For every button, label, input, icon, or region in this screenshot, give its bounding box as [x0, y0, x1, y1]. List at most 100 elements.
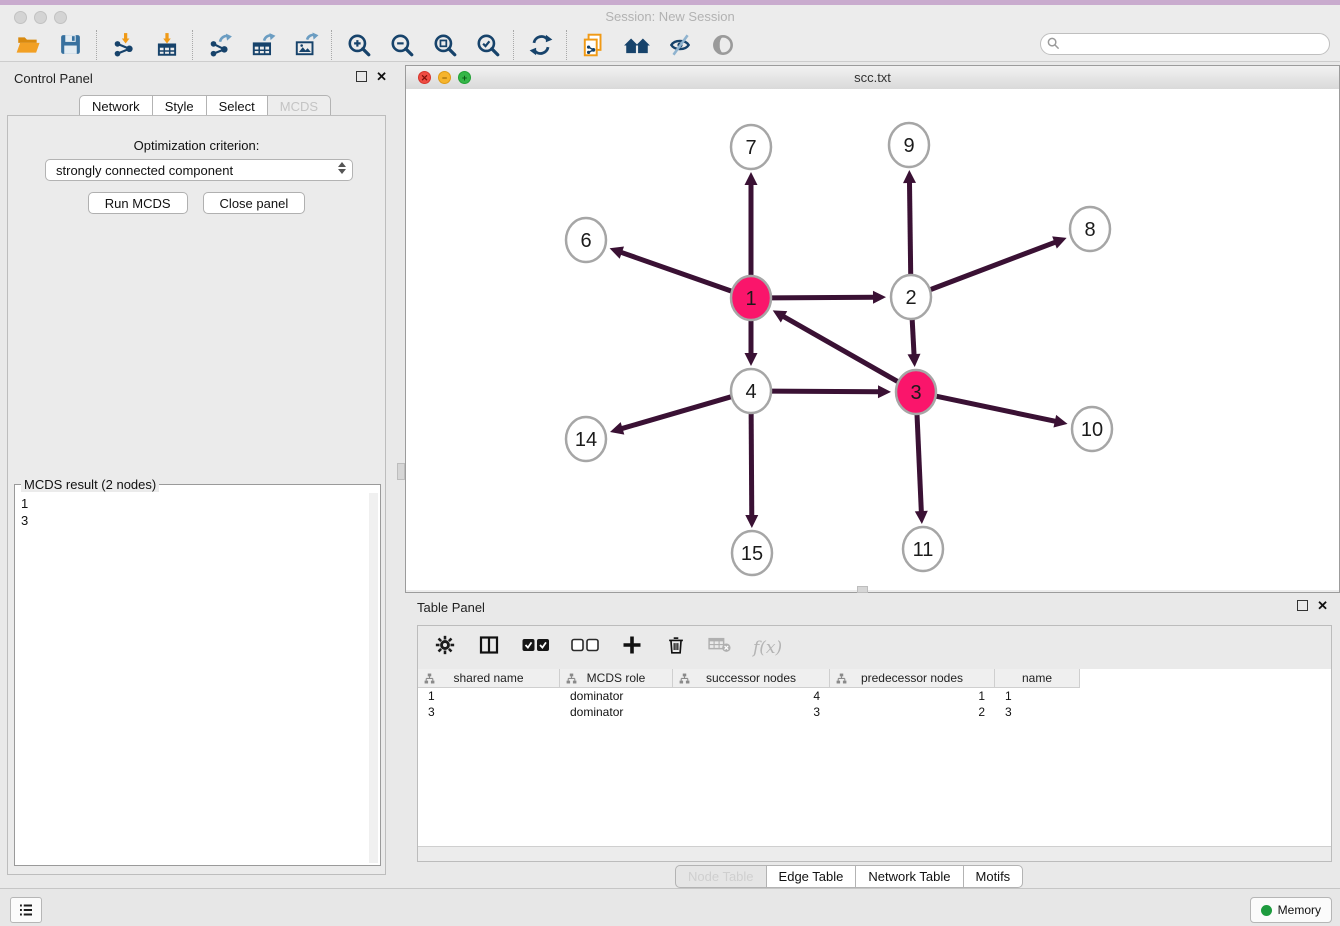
optimization-criterion-label: Optimization criterion:	[8, 138, 385, 153]
close-panel-button[interactable]: Close panel	[203, 192, 306, 214]
graph-node-label: 2	[905, 287, 916, 309]
deselect-all-columns-button[interactable]	[571, 638, 599, 657]
memory-button[interactable]: Memory	[1250, 897, 1332, 923]
apply-layout-button[interactable]	[519, 30, 562, 60]
zoom-selected-button[interactable]	[466, 30, 509, 60]
network-graph[interactable]: 7968124314101511	[406, 89, 1339, 592]
table-cell[interactable]: 1	[830, 688, 995, 704]
column-header-label: name	[1022, 671, 1052, 685]
table-hscrollbar[interactable]	[418, 846, 1331, 861]
import-network-button[interactable]	[102, 30, 145, 60]
zoom-in-button[interactable]	[337, 30, 380, 60]
column-header-shared-name[interactable]: shared name	[418, 669, 560, 688]
vizmapper-button[interactable]	[658, 30, 701, 60]
close-panel-icon[interactable]: ✕	[376, 71, 387, 82]
save-session-button[interactable]	[49, 30, 92, 60]
graph-arrowhead	[745, 353, 758, 366]
unchecked-boxes-icon	[571, 638, 599, 652]
graph-arrowhead	[915, 511, 928, 524]
control-panel-title: Control Panel	[14, 71, 93, 86]
table-cell[interactable]: 1	[995, 688, 1080, 704]
graph-edge-1-2[interactable]	[771, 297, 875, 298]
horizontal-splitter-grip[interactable]	[857, 586, 868, 593]
graph-edge-3-10[interactable]	[936, 396, 1057, 421]
copy-network-button[interactable]	[572, 30, 615, 60]
tab-network-table[interactable]: Network Table	[855, 865, 963, 888]
table-row[interactable]: 1dominator411	[418, 688, 1331, 704]
graph-node-label: 15	[741, 543, 763, 565]
column-header-predecessor-nodes[interactable]: predecessor nodes	[830, 669, 995, 688]
export-table-button[interactable]	[241, 30, 284, 60]
table-panel: Table Panel ✕	[405, 595, 1340, 882]
tab-motifs[interactable]: Motifs	[963, 865, 1024, 888]
zoom-out-button[interactable]	[380, 30, 423, 60]
float-panel-icon[interactable]	[1297, 600, 1308, 611]
zoom-fit-button[interactable]	[423, 30, 466, 60]
graph-edge-4-14[interactable]	[621, 397, 732, 429]
column-header-name[interactable]: name	[995, 669, 1080, 688]
zoom-in-icon	[346, 32, 372, 58]
tab-node-table[interactable]: Node Table	[675, 865, 767, 888]
run-mcds-button[interactable]: Run MCDS	[88, 192, 188, 214]
network-canvas[interactable]: 7968124314101511	[406, 89, 1339, 590]
graph-edge-3-1[interactable]	[782, 316, 898, 382]
delete-table-button[interactable]	[708, 635, 732, 660]
plus-icon	[620, 633, 644, 657]
vertical-splitter-grip[interactable]	[397, 463, 405, 480]
table-cell[interactable]: 3	[673, 704, 830, 720]
import-table-button[interactable]	[145, 30, 188, 60]
task-history-button[interactable]	[10, 897, 42, 923]
table-cell[interactable]: 3	[418, 704, 560, 720]
mcds-result-group: MCDS result (2 nodes) 1 3	[14, 484, 381, 866]
tab-edge-table[interactable]: Edge Table	[766, 865, 857, 888]
select-stepper-icon	[338, 162, 346, 174]
table-cell[interactable]: 1	[418, 688, 560, 704]
graphics-details-button[interactable]	[701, 30, 744, 60]
graph-arrowhead	[610, 422, 624, 434]
show-columns-button[interactable]	[477, 633, 501, 662]
tab-style[interactable]: Style	[152, 95, 207, 117]
open-file-button[interactable]	[6, 30, 49, 60]
app-titlebar: Session: New Session	[0, 5, 1340, 29]
result-scrollbar[interactable]	[369, 493, 378, 863]
graph-edge-4-3[interactable]	[771, 391, 880, 392]
create-column-button[interactable]	[620, 633, 644, 662]
table-cell[interactable]: 4	[673, 688, 830, 704]
network-view-title: scc.txt	[406, 70, 1339, 85]
table-cell[interactable]: 3	[995, 704, 1080, 720]
toolbar-separator	[566, 30, 568, 60]
criterion-select[interactable]: strongly connected component	[45, 159, 353, 181]
float-panel-icon[interactable]	[356, 71, 367, 82]
column-header-successor-nodes[interactable]: successor nodes	[673, 669, 830, 688]
table-mode-gear-button[interactable]	[434, 634, 456, 661]
table-row[interactable]: 3dominator323	[418, 704, 1331, 720]
function-builder-button[interactable]: f(x)	[753, 638, 782, 658]
network-window-titlebar[interactable]: ✕ − + scc.txt	[406, 66, 1339, 90]
export-image-button[interactable]	[284, 30, 327, 60]
memory-status-icon	[1261, 905, 1272, 916]
table-cell[interactable]: 2	[830, 704, 995, 720]
select-all-columns-button[interactable]	[522, 638, 550, 657]
graph-node-label: 11	[913, 539, 934, 561]
tab-mcds[interactable]: MCDS	[267, 95, 331, 117]
search-input[interactable]	[1040, 33, 1330, 55]
graph-edge-2-8[interactable]	[930, 242, 1057, 290]
graph-edge-2-9[interactable]	[909, 181, 910, 277]
export-table-icon	[250, 32, 276, 58]
graph-edge-2-3[interactable]	[912, 317, 914, 356]
home-neighbors-button[interactable]	[615, 30, 658, 60]
graph-edge-1-6[interactable]	[620, 252, 732, 291]
graph-edge-3-11[interactable]	[917, 412, 922, 513]
column-header-MCDS-role[interactable]: MCDS role	[560, 669, 673, 688]
table-cell[interactable]: dominator	[560, 704, 673, 720]
graph-edge-4-15[interactable]	[751, 411, 752, 517]
table-cell[interactable]: dominator	[560, 688, 673, 704]
delete-column-button[interactable]	[665, 633, 687, 662]
gray-eye-icon	[710, 32, 736, 58]
close-panel-icon[interactable]: ✕	[1317, 600, 1328, 611]
mcds-result-text[interactable]: 1 3	[17, 493, 368, 863]
tab-network[interactable]: Network	[79, 95, 153, 117]
tab-select[interactable]: Select	[206, 95, 268, 117]
save-floppy-icon	[58, 32, 83, 57]
export-network-button[interactable]	[198, 30, 241, 60]
